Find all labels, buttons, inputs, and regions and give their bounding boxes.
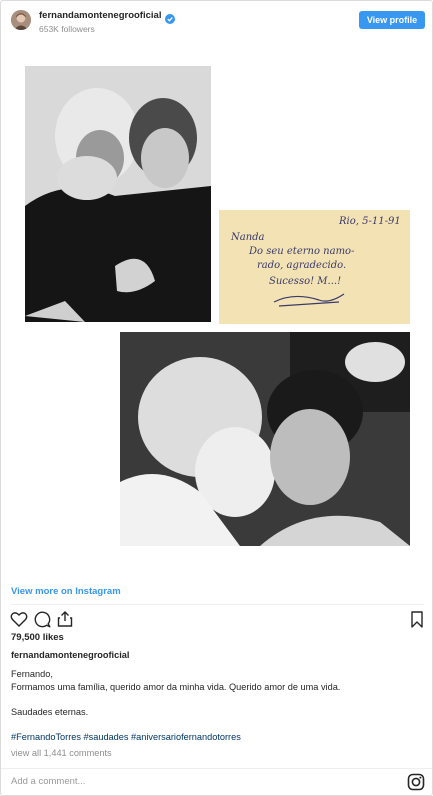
avatar[interactable]: [11, 10, 31, 30]
couple-photo-kiss: [120, 332, 410, 546]
verified-badge-icon: [165, 11, 176, 24]
handwritten-note-image: Rio, 5-11-91 Nanda Do seu eterno namo- r…: [219, 210, 410, 324]
caption-username[interactable]: fernandamontenegrooficial: [11, 649, 421, 662]
view-all-comments-link[interactable]: view all 1,441 comments: [11, 747, 421, 760]
post-header: fernandamontenegrooficial 653K followers…: [1, 1, 432, 39]
note-line-date: Rio, 5-11-91: [338, 216, 401, 227]
caption-line: Saudades eternas.: [11, 707, 89, 717]
action-bar: [1, 609, 432, 631]
username[interactable]: fernandamontenegrooficial: [39, 10, 161, 21]
post-media[interactable]: Rio, 5-11-91 Nanda Do seu eterno namo- r…: [1, 39, 432, 569]
likes-count[interactable]: 79,500 likes: [11, 632, 64, 643]
instagram-embed: fernandamontenegrooficial 653K followers…: [0, 0, 433, 796]
view-profile-button[interactable]: View profile: [359, 11, 425, 29]
bookmark-icon[interactable]: [407, 609, 427, 629]
view-more-link[interactable]: View more on Instagram: [11, 586, 121, 597]
heart-icon[interactable]: [9, 609, 29, 629]
share-icon[interactable]: [55, 609, 75, 629]
caption: fernandamontenegrooficial Fernando, Form…: [11, 649, 421, 760]
followers-count: 653K followers: [39, 24, 95, 34]
divider: [11, 604, 424, 605]
comment-bar: Add a comment...: [1, 768, 432, 796]
username-row: fernandamontenegrooficial: [39, 10, 176, 24]
comment-input[interactable]: Add a comment...: [11, 776, 85, 787]
user-block: fernandamontenegrooficial 653K followers: [39, 10, 176, 34]
comment-icon[interactable]: [32, 609, 52, 629]
caption-line: Fernando,: [11, 669, 53, 679]
note-line-1: Do seu eterno namo-: [248, 246, 355, 257]
instagram-logo-icon[interactable]: [407, 773, 425, 791]
note-line-2: rado, agradecido.: [257, 260, 346, 271]
note-line-name: Nanda: [230, 232, 265, 243]
note-line-3: Sucesso! M...!: [269, 276, 341, 287]
caption-hashtags[interactable]: #FernandoTorres #saudades #aniversariofe…: [11, 731, 421, 744]
caption-line: Formamos uma família, querido amor da mi…: [11, 682, 341, 692]
couple-photo-left: [25, 66, 211, 322]
